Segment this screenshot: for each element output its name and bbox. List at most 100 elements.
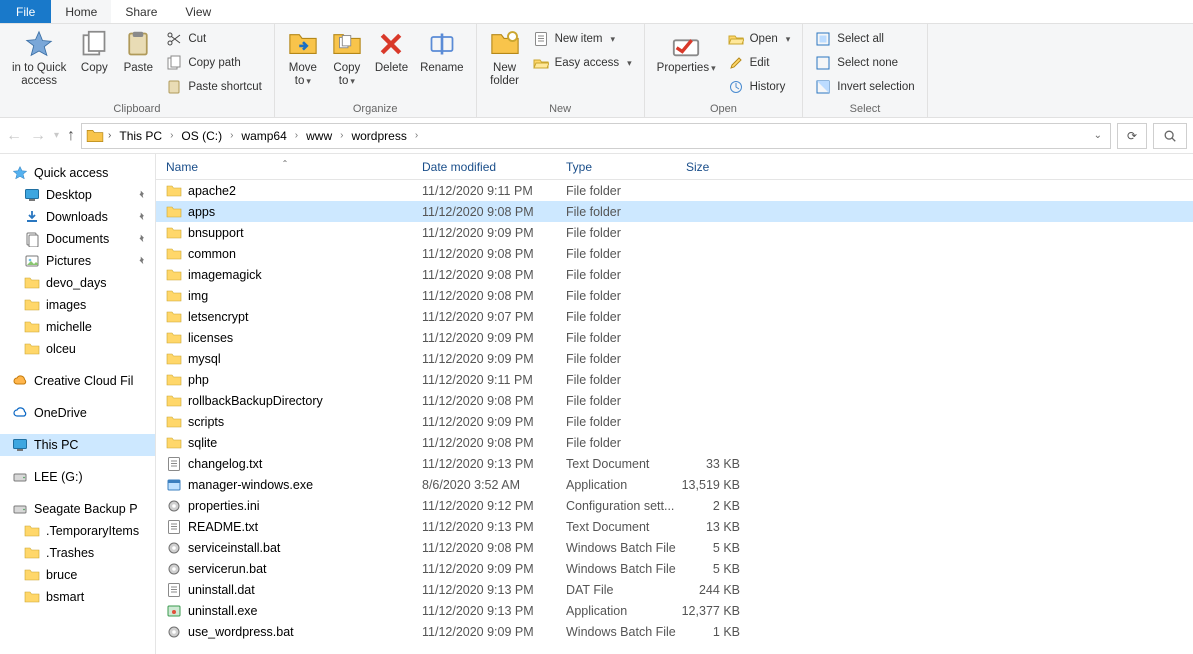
forward-button[interactable]: →	[30, 127, 46, 145]
file-row[interactable]: rollbackBackupDirectory 11/12/2020 9:08 …	[156, 390, 1193, 411]
file-row[interactable]: servicerun.bat 11/12/2020 9:09 PM Window…	[156, 558, 1193, 579]
chevron-down-icon: ▾	[627, 58, 632, 69]
file-row[interactable]: common 11/12/2020 9:08 PM File folder	[156, 243, 1193, 264]
up-button[interactable]: ↑	[67, 127, 75, 145]
ribbon-group-clipboard: in to Quick access Copy Paste Cut Copy p…	[0, 24, 275, 117]
breadcrumb-item[interactable]: wamp64	[237, 127, 290, 145]
nav-recent-item[interactable]: devo_days	[0, 272, 155, 294]
file-row[interactable]: uninstall.dat 11/12/2020 9:13 PM DAT Fil…	[156, 579, 1193, 600]
open-button[interactable]: Open▾	[726, 28, 793, 50]
file-row[interactable]: php 11/12/2020 9:11 PM File folder	[156, 369, 1193, 390]
nav-recent-item[interactable]: michelle	[0, 316, 155, 338]
chevron-right-icon[interactable]: ›	[228, 130, 235, 141]
file-type: Application	[558, 604, 678, 618]
copy-path-button[interactable]: Copy path	[164, 52, 264, 74]
folder-icon	[24, 341, 40, 357]
file-row[interactable]: apache2 11/12/2020 9:11 PM File folder	[156, 180, 1193, 201]
back-button[interactable]: ←	[6, 127, 22, 145]
column-header-date[interactable]: Date modified	[414, 160, 558, 174]
breadcrumb-item[interactable]: www	[302, 127, 336, 145]
breadcrumb-item[interactable]: This PC	[115, 127, 166, 145]
file-row[interactable]: changelog.txt 11/12/2020 9:13 PM Text Do…	[156, 453, 1193, 474]
tab-file[interactable]: File	[0, 0, 51, 23]
cut-button[interactable]: Cut	[164, 28, 264, 50]
column-header-name[interactable]: ⌃Name	[156, 160, 414, 174]
file-row[interactable]: scripts 11/12/2020 9:09 PM File folder	[156, 411, 1193, 432]
rename-button[interactable]: Rename	[414, 26, 469, 77]
pin-to-quick-access-button[interactable]: in to Quick access	[6, 26, 72, 90]
tab-view[interactable]: View	[171, 0, 225, 23]
invert-selection-button[interactable]: Invert selection	[813, 76, 916, 98]
file-row[interactable]: use_wordpress.bat 11/12/2020 9:09 PM Win…	[156, 621, 1193, 642]
nav-folder-item[interactable]: bruce	[0, 564, 155, 586]
nav-recent-item[interactable]: olceu	[0, 338, 155, 360]
paste-button[interactable]: Paste	[116, 26, 160, 77]
nav-creative-cloud[interactable]: Creative Cloud Fil	[0, 370, 155, 392]
nav-drive-item[interactable]: LEE (G:)	[0, 466, 155, 488]
file-date: 11/12/2020 9:12 PM	[414, 499, 558, 513]
chevron-right-icon[interactable]: ›	[168, 130, 175, 141]
search-icon	[1163, 129, 1177, 143]
chevron-right-icon[interactable]: ›	[108, 130, 111, 141]
select-none-button[interactable]: Select none	[813, 52, 916, 74]
nav-folder-item[interactable]: .TemporaryItems	[0, 520, 155, 542]
nav-pinned-item[interactable]: Pictures	[0, 250, 155, 272]
file-row[interactable]: letsencrypt 11/12/2020 9:07 PM File fold…	[156, 306, 1193, 327]
nav-icon	[24, 187, 40, 203]
new-item-button[interactable]: New item▾	[531, 28, 634, 50]
recent-locations-button[interactable]: ▾	[54, 130, 59, 141]
breadcrumb-item[interactable]: wordpress	[347, 127, 410, 145]
search-button[interactable]	[1153, 123, 1187, 149]
file-row[interactable]: img 11/12/2020 9:08 PM File folder	[156, 285, 1193, 306]
paste-shortcut-button[interactable]: Paste shortcut	[164, 76, 264, 98]
file-row[interactable]: bnsupport 11/12/2020 9:09 PM File folder	[156, 222, 1193, 243]
move-to-button[interactable]: Move to▾	[281, 26, 325, 90]
file-row[interactable]: mysql 11/12/2020 9:09 PM File folder	[156, 348, 1193, 369]
properties-button[interactable]: Properties▾	[651, 26, 722, 77]
nav-folder-item[interactable]: bsmart	[0, 586, 155, 608]
chevron-right-icon[interactable]: ›	[293, 130, 300, 141]
chevron-right-icon[interactable]: ›	[413, 130, 420, 141]
breadcrumb-item[interactable]: OS (C:)	[177, 127, 226, 145]
file-row[interactable]: README.txt 11/12/2020 9:13 PM Text Docum…	[156, 516, 1193, 537]
file-row[interactable]: serviceinstall.bat 11/12/2020 9:08 PM Wi…	[156, 537, 1193, 558]
column-header-size[interactable]: Size	[678, 160, 748, 174]
folder-icon	[166, 225, 182, 241]
file-row[interactable]: apps 11/12/2020 9:08 PM File folder	[156, 201, 1193, 222]
file-row[interactable]: licenses 11/12/2020 9:09 PM File folder	[156, 327, 1193, 348]
address-bar[interactable]: › This PC›OS (C:)›wamp64›www›wordpress› …	[81, 123, 1111, 149]
chevron-down-icon: ▾	[350, 76, 355, 86]
file-list-pane[interactable]: ⌃Name Date modified Type Size apache2 11…	[156, 154, 1193, 654]
tab-share[interactable]: Share	[111, 0, 171, 23]
nav-pinned-item[interactable]: Documents	[0, 228, 155, 250]
nav-this-pc[interactable]: This PC	[0, 434, 155, 456]
chevron-right-icon[interactable]: ›	[338, 130, 345, 141]
nav-folder-item[interactable]: .Trashes	[0, 542, 155, 564]
file-row[interactable]: uninstall.exe 11/12/2020 9:13 PM Applica…	[156, 600, 1193, 621]
chevron-down-icon[interactable]: ⌄	[1094, 130, 1102, 141]
nav-onedrive[interactable]: OneDrive	[0, 402, 155, 424]
tab-home[interactable]: Home	[51, 0, 111, 23]
nav-pinned-item[interactable]: Desktop	[0, 184, 155, 206]
copy-button[interactable]: Copy	[72, 26, 116, 77]
nav-pinned-item[interactable]: Downloads	[0, 206, 155, 228]
nav-drive-item[interactable]: Seagate Backup P	[0, 498, 155, 520]
file-row[interactable]: manager-windows.exe 8/6/2020 3:52 AM App…	[156, 474, 1193, 495]
delete-button[interactable]: Delete	[369, 26, 414, 77]
new-folder-button[interactable]: New folder	[483, 26, 527, 90]
file-row[interactable]: sqlite 11/12/2020 9:08 PM File folder	[156, 432, 1193, 453]
invert-label: Invert selection	[837, 81, 914, 93]
history-button[interactable]: History	[726, 76, 793, 98]
column-header-type[interactable]: Type	[558, 160, 678, 174]
file-row[interactable]: properties.ini 11/12/2020 9:12 PM Config…	[156, 495, 1193, 516]
refresh-button[interactable]: ⟳	[1117, 123, 1147, 149]
file-row[interactable]: imagemagick 11/12/2020 9:08 PM File fold…	[156, 264, 1193, 285]
folder-icon	[24, 297, 40, 313]
select-all-button[interactable]: Select all	[813, 28, 916, 50]
nav-quick-access[interactable]: Quick access	[0, 162, 155, 184]
edit-button[interactable]: Edit	[726, 52, 793, 74]
nav-recent-item[interactable]: images	[0, 294, 155, 316]
copy-to-button[interactable]: Copy to▾	[325, 26, 369, 90]
navigation-pane[interactable]: Quick access DesktopDownloadsDocumentsPi…	[0, 154, 156, 654]
easy-access-button[interactable]: Easy access▾	[531, 52, 634, 74]
